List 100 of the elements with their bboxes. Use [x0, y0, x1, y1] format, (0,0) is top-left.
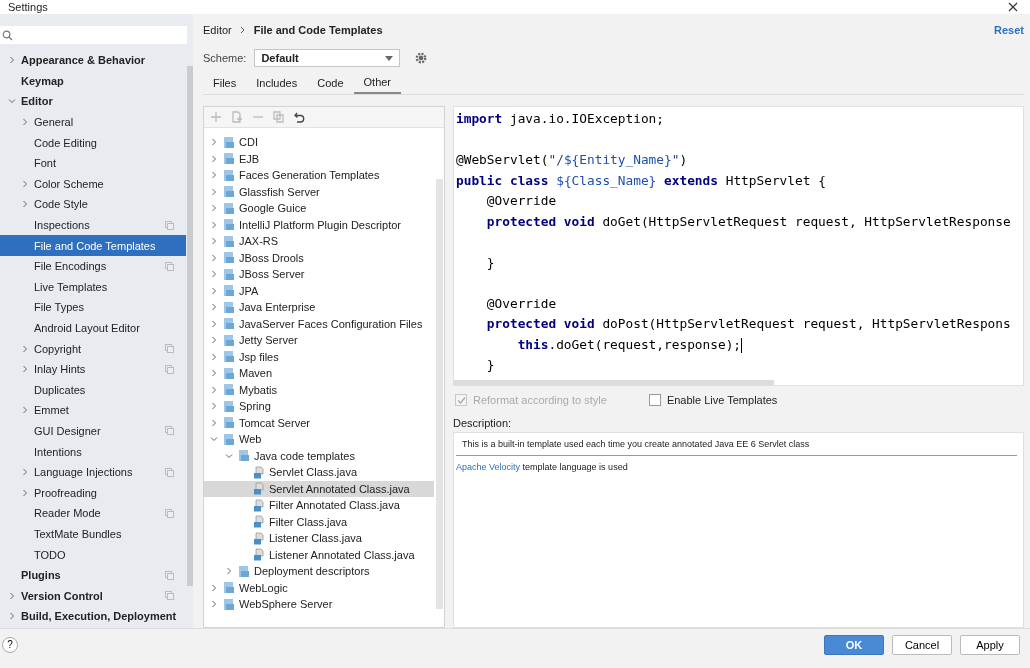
- velocity-link[interactable]: Apache Velocity: [456, 462, 521, 472]
- sidebar-item[interactable]: Code Editing: [0, 132, 186, 153]
- tab[interactable]: Includes: [246, 72, 308, 94]
- template-tree-item[interactable]: Spring: [204, 398, 434, 415]
- sidebar-item[interactable]: Code Style: [0, 194, 186, 215]
- code-token: this: [516, 336, 549, 352]
- chevron-down-icon[interactable]: [8, 97, 16, 106]
- checkbox[interactable]: Enable Live Templates: [648, 394, 778, 406]
- tab[interactable]: Files: [203, 72, 247, 94]
- dialog-button[interactable]: Cancel: [892, 634, 952, 655]
- chevron-right-icon[interactable]: [21, 179, 29, 188]
- module-icon: [223, 416, 235, 430]
- template-tree-item[interactable]: WebLogic: [204, 579, 434, 596]
- code-token: .doGet(request,response);: [548, 336, 742, 352]
- sidebar-item[interactable]: File and Code Templates: [0, 235, 186, 256]
- chevron-right-icon: [239, 26, 246, 34]
- template-tree-item[interactable]: Java code templates: [204, 447, 434, 464]
- template-tree-item[interactable]: Web: [204, 431, 434, 448]
- template-tree-item[interactable]: Glassfish Server: [204, 183, 434, 200]
- chevron-right-icon[interactable]: [21, 118, 29, 127]
- scrollbar[interactable]: [436, 179, 443, 609]
- sidebar-item[interactable]: Inspections: [0, 214, 186, 236]
- sidebar-item[interactable]: GUI Designer: [0, 420, 186, 442]
- sidebar-item[interactable]: Intentions: [0, 441, 186, 462]
- module-icon: [223, 234, 235, 248]
- code-token: @Override: [485, 295, 557, 311]
- tab[interactable]: Code: [307, 72, 354, 94]
- template-tree-item[interactable]: Deployment descriptors: [204, 563, 434, 580]
- chevron-right-icon[interactable]: [21, 200, 29, 209]
- help-button[interactable]: ?: [2, 636, 18, 653]
- sidebar-item[interactable]: Duplicates: [0, 379, 186, 401]
- sidebar-item[interactable]: TODO: [0, 544, 186, 565]
- chevron-right-icon[interactable]: [8, 591, 16, 600]
- search-field[interactable]: [0, 26, 187, 44]
- code-editor[interactable]: [453, 106, 1024, 386]
- copy-icon: [165, 426, 174, 436]
- sidebar-item[interactable]: Copyright: [0, 338, 186, 359]
- chevron-right-icon[interactable]: [21, 488, 29, 497]
- settings-icon[interactable]: [414, 51, 429, 65]
- dialog-button[interactable]: Apply: [960, 634, 1020, 655]
- template-tree-item[interactable]: Servlet Class.java: [204, 464, 434, 481]
- template-tree-item[interactable]: Listener Class.java: [204, 530, 434, 547]
- template-tree-item[interactable]: JAX-RS: [204, 233, 434, 250]
- template-tree-item[interactable]: JBoss Server: [204, 266, 434, 283]
- template-tree-item[interactable]: Java Enterprise: [204, 299, 434, 316]
- sidebar-item[interactable]: Version Control: [0, 585, 186, 607]
- template-tree-item[interactable]: WebSphere Server: [204, 596, 434, 613]
- sidebar-item[interactable]: Editor: [0, 91, 186, 112]
- tab[interactable]: Other: [353, 72, 402, 94]
- chevron-right-icon[interactable]: [8, 56, 16, 65]
- sidebar-item[interactable]: File Types: [0, 297, 186, 318]
- copy-icon: [165, 220, 174, 230]
- sidebar-item[interactable]: Reader Mode: [0, 503, 186, 524]
- sidebar-item[interactable]: Emmet: [0, 400, 186, 421]
- sidebar-item[interactable]: TextMate Bundles: [0, 523, 186, 545]
- template-tree-item[interactable]: Jsp files: [204, 348, 434, 365]
- scrollbar[interactable]: [187, 66, 193, 586]
- template-tree-item[interactable]: Tomcat Server: [204, 414, 434, 431]
- breadcrumb-item: Editor: [203, 24, 232, 36]
- sidebar-item[interactable]: File Encodings: [0, 255, 186, 277]
- sidebar-item[interactable]: Android Layout Editor: [0, 317, 186, 339]
- template-tree-item[interactable]: Maven: [204, 365, 434, 382]
- chevron-right-icon[interactable]: [21, 406, 29, 415]
- template-tree-item[interactable]: JavaServer Faces Configuration Files: [204, 315, 434, 332]
- template-tree-item[interactable]: Servlet Annotated Class.java: [204, 480, 434, 497]
- sidebar-item[interactable]: General: [0, 111, 186, 133]
- template-tree-item[interactable]: Faces Generation Templates: [204, 167, 434, 184]
- template-tree-item[interactable]: Filter Annotated Class.java: [204, 497, 434, 514]
- chevron-right-icon[interactable]: [21, 344, 29, 353]
- template-tree-item[interactable]: Jetty Server: [204, 332, 434, 349]
- template-tree-item[interactable]: IntelliJ Platform Plugin Descriptor: [204, 216, 434, 233]
- close-icon[interactable]: [1008, 2, 1018, 12]
- sidebar-item[interactable]: Proofreading: [0, 482, 186, 504]
- template-tree-item[interactable]: Filter Class.java: [204, 513, 434, 530]
- sidebar-item[interactable]: Inlay Hints: [0, 358, 186, 380]
- sidebar-item[interactable]: Build, Execution, Deployment: [0, 606, 186, 627]
- template-tree-item[interactable]: JBoss Drools: [204, 249, 434, 266]
- scrollbar[interactable]: [454, 380, 774, 385]
- template-tree-item[interactable]: Mybatis: [204, 381, 434, 398]
- chevron-right-icon[interactable]: [21, 468, 29, 477]
- chevron-right-icon[interactable]: [8, 612, 16, 621]
- sidebar-item[interactable]: Plugins: [0, 564, 186, 586]
- reset-link[interactable]: Reset: [994, 24, 1024, 36]
- template-tree-item[interactable]: EJB: [204, 150, 434, 167]
- sidebar-item[interactable]: Appearance & Behavior: [0, 50, 186, 71]
- sidebar-item[interactable]: Keymap: [0, 70, 186, 92]
- template-tree-item[interactable]: Listener Annotated Class.java: [204, 546, 434, 563]
- copy-icon: [165, 261, 174, 271]
- template-tree-item[interactable]: CDI: [204, 134, 434, 151]
- scheme-dropdown[interactable]: Default: [254, 49, 401, 67]
- template-tree-item[interactable]: JPA: [204, 282, 434, 299]
- copy-icon: [165, 467, 174, 477]
- sidebar-item[interactable]: Font: [0, 152, 186, 174]
- template-tree-item[interactable]: Google Guice: [204, 200, 434, 217]
- sidebar-item[interactable]: Color Scheme: [0, 173, 186, 195]
- chevron-right-icon[interactable]: [21, 365, 29, 374]
- sidebar-item[interactable]: Language Injections: [0, 461, 186, 483]
- undo-icon[interactable]: [294, 111, 306, 123]
- sidebar-item[interactable]: Live Templates: [0, 276, 186, 298]
- dialog-button[interactable]: OK: [824, 634, 884, 655]
